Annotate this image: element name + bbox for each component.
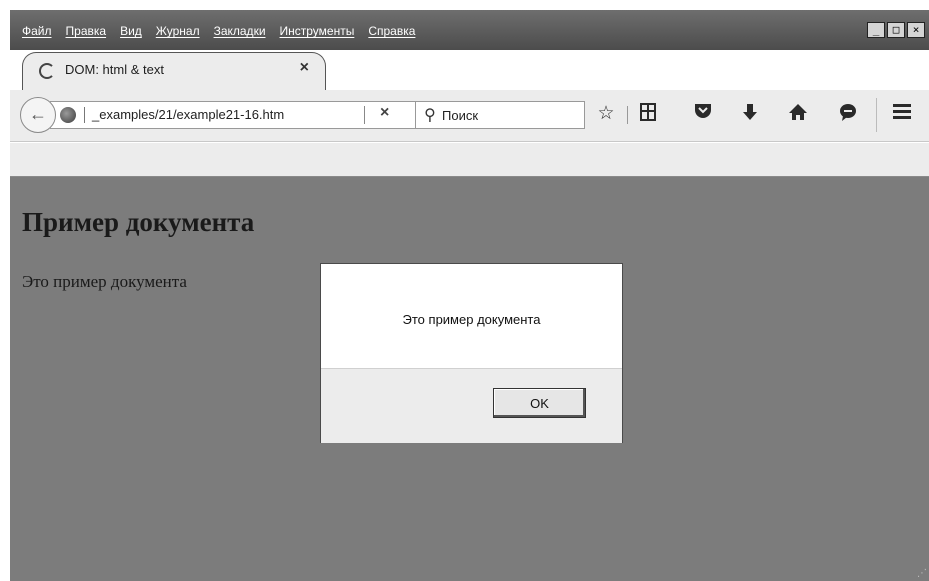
url-bar[interactable]: _examples/21/example21-16.htm × (50, 101, 416, 129)
menu-history[interactable]: Журнал (156, 20, 200, 42)
tab-title: DOM: html & text (65, 62, 164, 77)
globe-icon[interactable] (60, 107, 76, 123)
url-separator (84, 107, 85, 123)
menu-edit[interactable]: Правка (66, 20, 107, 42)
chat-icon[interactable] (836, 102, 860, 129)
alert-dialog: Это пример документа OK (320, 263, 623, 443)
reading-list-icon[interactable] (636, 102, 660, 129)
menu-tools[interactable]: Инструменты (280, 20, 355, 42)
url-divider (364, 106, 365, 124)
resize-grip-icon[interactable]: ⋰ (917, 568, 927, 579)
tab-close-icon[interactable]: × (300, 59, 309, 77)
toolbar-separator (627, 106, 628, 124)
loading-spinner-icon (39, 63, 55, 79)
pocket-icon[interactable] (691, 102, 715, 127)
page-heading: Пример документа (22, 207, 255, 237)
search-icon: ⚲ (424, 107, 436, 124)
alert-message: Это пример документа (402, 312, 541, 327)
stop-loading-icon[interactable]: × (380, 104, 389, 122)
navigation-toolbar: _examples/21/example21-16.htm × ← ⚲ Поис… (10, 90, 929, 142)
toolbar-separator-2 (876, 98, 877, 132)
maximize-button[interactable]: □ (887, 22, 905, 38)
search-input[interactable]: ⚲ Поиск (415, 101, 585, 129)
home-icon[interactable] (786, 102, 810, 129)
menu-bar: Файл Правка Вид Журнал Закладки Инструме… (22, 20, 415, 42)
title-bar: Файл Правка Вид Журнал Закладки Инструме… (10, 10, 929, 50)
page-paragraph: Это пример документа (22, 272, 187, 291)
ok-button[interactable]: OK (493, 388, 586, 418)
alert-footer: OK (321, 368, 622, 443)
menu-view[interactable]: Вид (120, 20, 142, 42)
menu-icon[interactable] (890, 102, 914, 127)
minimize-button[interactable]: _ (867, 22, 885, 38)
url-text[interactable]: _examples/21/example21-16.htm (92, 107, 284, 122)
star-icon[interactable]: ☆ (594, 102, 618, 126)
back-button[interactable]: ← (20, 97, 56, 133)
new-tab-button[interactable]: + (334, 52, 347, 82)
bookmarks-strip (10, 143, 929, 177)
window-controls: _ □ × (867, 22, 925, 38)
close-window-button[interactable]: × (907, 22, 925, 38)
menu-help[interactable]: Справка (368, 20, 415, 42)
menu-bookmarks[interactable]: Закладки (214, 20, 266, 42)
search-placeholder: Поиск (442, 108, 479, 123)
menu-file[interactable]: Файл (22, 20, 52, 42)
download-icon[interactable] (738, 102, 762, 129)
tab-dom-html-text[interactable]: DOM: html & text × (22, 52, 326, 90)
